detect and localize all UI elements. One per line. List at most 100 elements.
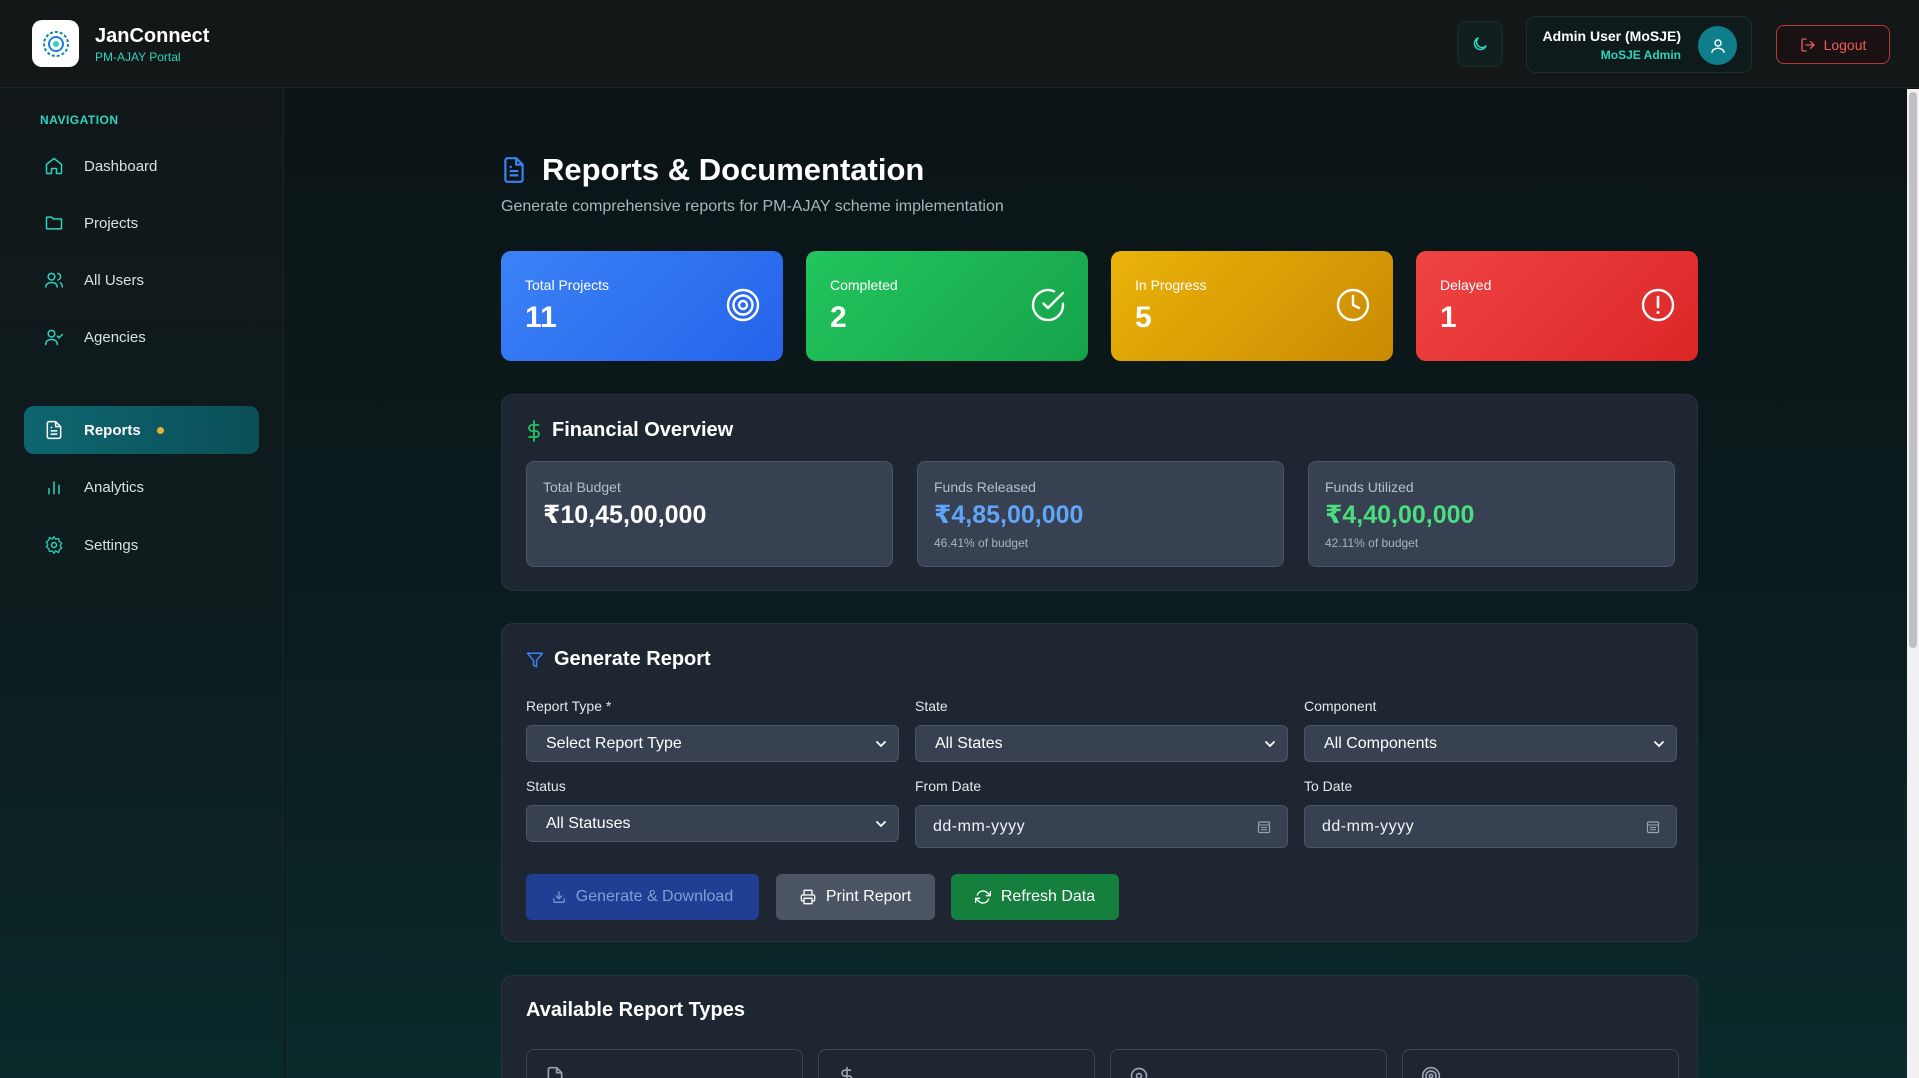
- funds-released-note: 46.41% of budget: [934, 536, 1029, 550]
- funds-utilized-box: Funds Utilized ₹4,40,00,000 42.11% of bu…: [1308, 461, 1675, 567]
- top-bar: JanConnect PM-AJAY Portal Admin User (Mo…: [0, 0, 1919, 88]
- button-label: Print Report: [825, 888, 912, 905]
- from-date-label: From Date: [915, 778, 982, 794]
- stat-card-completed[interactable]: Completed 2: [806, 251, 1088, 361]
- avatar[interactable]: [1698, 26, 1737, 65]
- select-value: All Statuses: [546, 814, 631, 832]
- sidebar-item-reports[interactable]: Reports: [24, 406, 259, 454]
- scrollbar-thumb[interactable]: [1909, 92, 1917, 648]
- page-title: Reports & Documentation: [542, 152, 925, 187]
- filter-icon: [526, 652, 544, 667]
- report-type-select[interactable]: Select Report Type: [526, 725, 899, 762]
- report-type-card[interactable]: [526, 1049, 803, 1078]
- select-value: Select Report Type: [546, 734, 682, 752]
- state-label: State: [915, 698, 948, 714]
- sidebar-item-settings[interactable]: Settings: [24, 521, 259, 569]
- stat-label: In Progress: [1135, 277, 1207, 293]
- dollar-icon: [528, 419, 540, 442]
- theme-toggle-button[interactable]: [1457, 21, 1503, 67]
- funds-released-value: ₹4,85,00,000: [934, 501, 1084, 529]
- date-placeholder: dd-mm-yyyy: [933, 817, 1026, 835]
- sidebar-item-all-users[interactable]: All Users: [24, 256, 259, 304]
- app-name: JanConnect: [95, 25, 210, 47]
- from-date-input[interactable]: dd-mm-yyyy: [915, 805, 1288, 848]
- stat-card-total-projects[interactable]: Total Projects 11: [501, 251, 783, 361]
- to-date-label: To Date: [1304, 778, 1353, 794]
- panel-title-text: Generate Report: [554, 648, 711, 670]
- stat-card-in-progress[interactable]: In Progress 5: [1111, 251, 1393, 361]
- logout-icon: [1800, 37, 1815, 52]
- bar-chart-icon: [42, 475, 66, 499]
- app-logo[interactable]: [32, 20, 79, 67]
- gear-icon: [42, 533, 66, 557]
- stat-label: Total Projects: [525, 277, 610, 293]
- user-icon: [1710, 38, 1725, 53]
- status-label: Status: [526, 778, 566, 794]
- target-icon: [1130, 1067, 1148, 1078]
- report-type-label: Report Type *: [526, 698, 612, 714]
- app-subtitle: PM-AJAY Portal: [95, 50, 181, 64]
- date-placeholder: dd-mm-yyyy: [1322, 817, 1415, 835]
- user-profile-card[interactable]: Admin User (MoSJE) MoSJE Admin: [1526, 16, 1752, 73]
- logout-label: Logout: [1823, 36, 1867, 53]
- chevron-down-icon: [1265, 741, 1275, 748]
- chevron-down-icon: [876, 821, 886, 828]
- status-select[interactable]: All Statuses: [526, 805, 899, 842]
- stat-value: 11: [525, 301, 557, 334]
- folder-icon: [42, 211, 66, 235]
- to-date-input[interactable]: dd-mm-yyyy: [1304, 805, 1677, 848]
- available-report-types-title: Available Report Types: [526, 999, 745, 1021]
- sidebar-item-label: Projects: [84, 214, 139, 232]
- state-select[interactable]: All States: [915, 725, 1288, 762]
- calendar-icon[interactable]: [1646, 820, 1660, 834]
- report-type-card[interactable]: [1402, 1049, 1679, 1078]
- sidebar-item-label: Agencies: [84, 328, 146, 346]
- print-report-button[interactable]: Print Report: [776, 874, 935, 920]
- alert-circle-icon: [1641, 288, 1675, 322]
- sidebar-item-dashboard[interactable]: Dashboard: [24, 142, 259, 190]
- report-type-card[interactable]: [1110, 1049, 1387, 1078]
- check-circle-icon: [1031, 288, 1065, 322]
- component-select[interactable]: All Components: [1304, 725, 1677, 762]
- chevron-down-icon: [876, 741, 886, 748]
- generate-report-panel: Generate Report Report Type * Select Rep…: [501, 623, 1698, 942]
- sidebar-item-analytics[interactable]: Analytics: [24, 463, 259, 511]
- funds-utilized-value: ₹4,40,00,000: [1325, 501, 1475, 529]
- logo-emblem-icon: [42, 30, 69, 57]
- clock-icon: [1336, 288, 1370, 322]
- sidebar-item-label: Reports: [84, 421, 141, 439]
- moon-icon: [1473, 37, 1487, 51]
- user-name: Admin User (MoSJE): [1542, 28, 1681, 44]
- refresh-icon: [974, 890, 991, 904]
- sidebar-item-label: Dashboard: [84, 157, 158, 175]
- sidebar-item-projects[interactable]: Projects: [24, 199, 259, 247]
- generate-download-button[interactable]: Generate & Download: [526, 874, 759, 920]
- user-role: MoSJE Admin: [1600, 48, 1681, 62]
- sidebar-item-label: Analytics: [84, 478, 145, 496]
- stat-card-delayed[interactable]: Delayed 1: [1416, 251, 1698, 361]
- sidebar-item-agencies[interactable]: Agencies: [24, 313, 259, 361]
- select-value: All States: [935, 734, 1003, 752]
- page-subtitle: Generate comprehensive reports for PM-AJ…: [501, 198, 1004, 215]
- refresh-data-button[interactable]: Refresh Data: [951, 874, 1119, 920]
- target-icon: [726, 288, 760, 322]
- total-budget-value: ₹10,45,00,000: [543, 501, 707, 529]
- stat-label: Delayed: [1440, 277, 1492, 293]
- calendar-icon[interactable]: [1257, 820, 1271, 834]
- funds-released-box: Funds Released ₹4,85,00,000 46.41% of bu…: [917, 461, 1284, 567]
- sidebar: NAVIGATION Dashboard Projects All Users …: [0, 88, 284, 1078]
- select-value: All Components: [1324, 734, 1437, 752]
- report-type-card[interactable]: [818, 1049, 1095, 1078]
- download-icon: [552, 891, 565, 903]
- funds-utilized-note: 42.11% of budget: [1325, 536, 1419, 550]
- total-budget-box: Total Budget ₹10,45,00,000: [526, 461, 893, 567]
- page-title-row: Reports & Documentation: [501, 152, 924, 188]
- file-text-icon: [547, 1066, 563, 1078]
- component-label: Component: [1304, 698, 1377, 714]
- nav-heading: NAVIGATION: [40, 113, 119, 127]
- button-label: Generate & Download: [575, 888, 734, 905]
- financial-overview-title: Financial Overview: [526, 419, 733, 442]
- total-budget-label: Total Budget: [543, 479, 621, 495]
- funds-utilized-label: Funds Utilized: [1325, 479, 1414, 495]
- logout-button[interactable]: Logout: [1776, 25, 1890, 64]
